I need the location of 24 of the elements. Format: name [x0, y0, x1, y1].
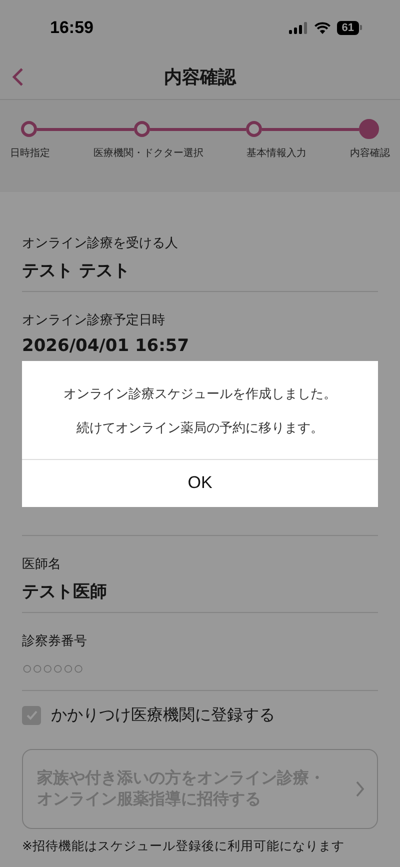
dialog-message: オンライン診療スケジュールを作成しました。: [64, 386, 336, 402]
page-title: 内容確認: [164, 66, 236, 89]
step-label: 基本情報入力: [246, 146, 307, 160]
field-value: テスト テスト: [22, 260, 131, 282]
step-label: 内容確認: [350, 146, 390, 160]
field-value: 2026/04/01 16:57: [22, 336, 190, 356]
field-label: 医師名: [22, 556, 62, 573]
dialog-message: 続けてオンライン薬局の予約に移ります。: [76, 420, 324, 436]
step-label: 日時指定: [10, 146, 50, 160]
back-button[interactable]: [12, 67, 24, 87]
field-label: オンライン診療予定日時: [22, 312, 166, 329]
status-time: 16:59: [50, 18, 94, 38]
step-label: 医療機関・ドクター選択: [93, 146, 204, 160]
battery-icon: 61: [336, 20, 362, 34]
wifi-icon: [314, 22, 331, 34]
field-label: オンライン診療を受ける人: [22, 235, 179, 252]
field-value: テスト医師: [22, 581, 108, 603]
note-text: ※招待機能はスケジュール登録後に利用可能になります: [22, 838, 346, 855]
input-field[interactable]: ○○○○○○: [22, 657, 378, 681]
field-label: 診察券番号: [22, 633, 88, 650]
checkbox-label: かかりつけ医療機関に登録する: [51, 704, 275, 726]
chevron-right-icon: [355, 780, 365, 798]
check-icon: [24, 708, 38, 722]
signal-icon: [288, 22, 308, 34]
